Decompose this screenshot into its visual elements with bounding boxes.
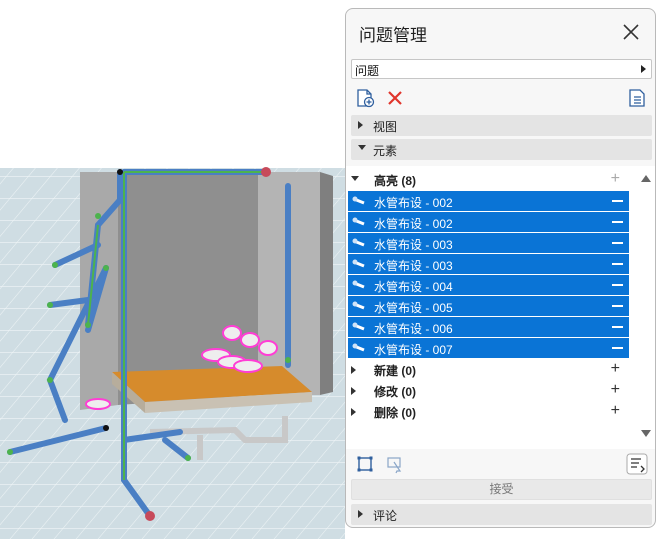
add-icon[interactable]: + (611, 402, 620, 420)
sort-options-icon[interactable] (626, 453, 648, 475)
list-item[interactable]: 水管布设 - 006 (348, 317, 629, 337)
group-new[interactable]: 新建 (0) + (346, 359, 630, 380)
remove-icon[interactable] (612, 326, 623, 328)
close-icon[interactable] (621, 22, 641, 42)
section-comments[interactable]: 评论 (351, 504, 652, 525)
section-elements-label: 元素 (373, 144, 398, 158)
collapse-icon (358, 145, 366, 150)
item-label: 水管布设 - 004 (374, 280, 453, 294)
remove-icon[interactable] (612, 200, 623, 202)
expand-icon (351, 387, 356, 395)
pipe-element-icon (352, 322, 365, 331)
expand-icon (358, 510, 363, 518)
dropdown-arrow-icon (641, 65, 646, 73)
expand-icon (351, 408, 356, 416)
element-list: 高亮 (8) + 水管布设 - 002 水管布设 - 002 水管布设 - 00… (346, 166, 655, 449)
item-label: 水管布设 - 003 (374, 238, 453, 252)
dropdown-value: 问题 (355, 64, 380, 78)
expand-icon (358, 121, 363, 129)
new-issue-icon[interactable] (354, 87, 376, 109)
list-item[interactable]: 水管布设 - 005 (348, 296, 629, 316)
group-modified[interactable]: 修改 (0) + (346, 380, 630, 401)
item-label: 水管布设 - 007 (374, 343, 453, 357)
accept-button[interactable]: 接受 (351, 479, 652, 500)
section-view[interactable]: 视图 (351, 115, 652, 136)
item-label: 水管布设 - 006 (374, 322, 453, 336)
item-label: 水管布设 - 002 (374, 217, 453, 231)
delete-icon[interactable] (384, 87, 406, 109)
remove-icon[interactable] (612, 221, 623, 223)
remove-icon[interactable] (612, 305, 623, 307)
section-elements[interactable]: 元素 (351, 139, 652, 160)
pipe-element-icon (352, 238, 365, 247)
list-item[interactable]: 水管布设 - 003 (348, 233, 629, 253)
list-item[interactable]: 水管布设 - 007 (348, 338, 629, 358)
list-item[interactable]: 水管布设 - 003 (348, 254, 629, 274)
group-highlight[interactable]: 高亮 (8) + (346, 169, 630, 190)
group-deleted-label: 删除 (0) (374, 406, 417, 420)
highlight-tool-icon[interactable] (384, 453, 406, 475)
pipe-element-icon (352, 259, 365, 268)
issue-type-dropdown[interactable]: 问题 (351, 59, 652, 79)
group-new-label: 新建 (0) (374, 364, 417, 378)
add-icon[interactable]: + (611, 360, 620, 378)
pipe-element-icon (352, 301, 365, 310)
scroll-down-icon[interactable] (641, 430, 651, 437)
group-modified-label: 修改 (0) (374, 385, 417, 399)
select-frame-icon[interactable] (354, 453, 376, 475)
add-icon[interactable]: + (611, 381, 620, 399)
expand-icon (351, 366, 356, 374)
scroll-up-icon[interactable] (641, 175, 651, 182)
list-scrollbar[interactable] (638, 166, 652, 449)
issue-list-icon[interactable] (626, 87, 648, 109)
group-highlight-label: 高亮 (8) (374, 174, 417, 188)
remove-icon[interactable] (612, 263, 623, 265)
item-label: 水管布设 - 002 (374, 196, 453, 210)
item-label: 水管布设 - 005 (374, 301, 453, 315)
section-comments-label: 评论 (373, 509, 398, 523)
remove-icon[interactable] (612, 347, 623, 349)
remove-icon[interactable] (612, 242, 623, 244)
issue-manager-panel: 问题管理 问题 视图 元素 高亮 (8) + 水管布设 - 002 水管布设 -… (345, 8, 656, 528)
list-item[interactable]: 水管布设 - 002 (348, 191, 629, 211)
panel-title: 问题管理 (359, 26, 427, 45)
pipe-element-icon (352, 280, 365, 289)
list-item[interactable]: 水管布设 - 004 (348, 275, 629, 295)
group-deleted[interactable]: 删除 (0) + (346, 401, 630, 422)
pipe-element-icon (352, 196, 365, 205)
item-label: 水管布设 - 003 (374, 259, 453, 273)
pipe-element-icon (352, 343, 365, 352)
section-view-label: 视图 (373, 120, 398, 134)
list-item[interactable]: 水管布设 - 002 (348, 212, 629, 232)
collapse-icon (351, 176, 359, 181)
panel-title-bar: 问题管理 (346, 9, 655, 55)
bottom-toolbar (346, 450, 655, 478)
add-icon[interactable]: + (611, 170, 620, 188)
remove-icon[interactable] (612, 284, 623, 286)
pipe-element-icon (352, 217, 365, 226)
